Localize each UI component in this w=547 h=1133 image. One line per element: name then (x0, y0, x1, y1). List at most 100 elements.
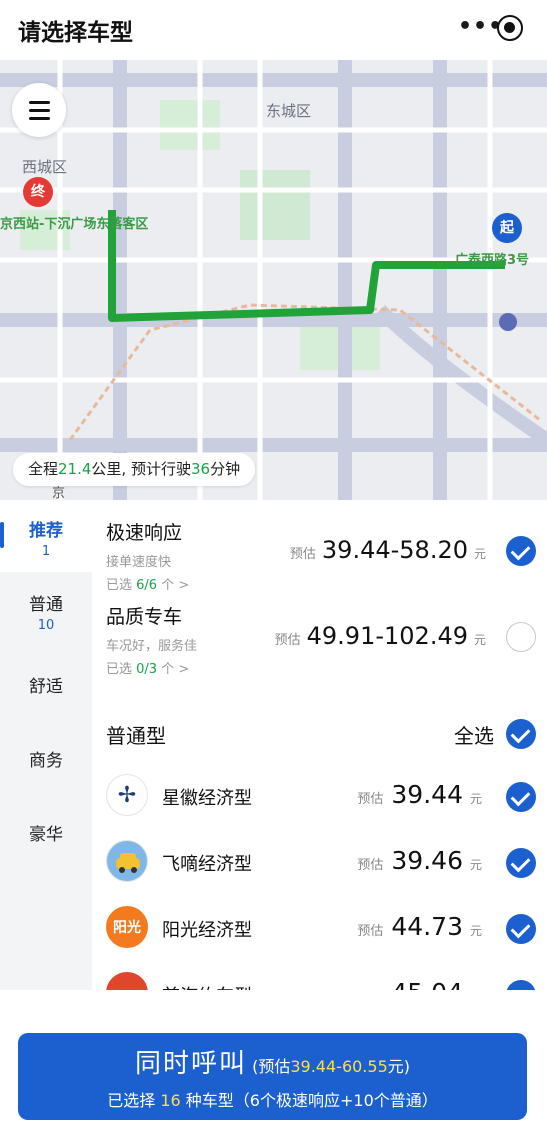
checkbox-checked-icon[interactable] (506, 782, 536, 812)
call-button[interactable]: 同时呼叫 (预估39.44-60.55元) 已选择 16 种车型（6个极速响应+… (18, 1033, 527, 1120)
selected-prefix: 已选 (106, 662, 133, 677)
category-label: 推荐 (29, 521, 63, 541)
end-marker-icon[interactable]: 终 (23, 177, 53, 207)
service-premium[interactable]: 品质专车 车况好，服务佳 已选 0/3 个 > 预估 49.91-102.49 … (106, 602, 536, 682)
district-label-east: 东城区 (266, 102, 312, 120)
select-all-checkbox-icon[interactable] (506, 719, 536, 749)
subway-icon (499, 313, 517, 331)
selected-suffix: 个 > (161, 578, 190, 593)
price-prefix: 预估 (357, 924, 384, 939)
selected-type-count: 16 (160, 1091, 181, 1110)
map-canvas (0, 60, 547, 500)
car-price: 预估 44.73 元 (357, 912, 482, 941)
category-sidebar: 推荐 1 普通 10 舒适 商务 豪华 (0, 500, 92, 990)
category-recommend[interactable]: 推荐 1 (0, 516, 92, 559)
trip-distance: 21.4 (58, 460, 92, 478)
price-value: 49.91-102.49 (306, 622, 468, 650)
page-title: 请选择车型 (18, 20, 133, 46)
price-value: 39.44-58.20 (321, 536, 468, 564)
checkbox-checked-icon[interactable] (506, 914, 536, 944)
menu-button[interactable] (12, 83, 66, 137)
estimate-range: 39.44-60.55 (290, 1057, 388, 1076)
checkbox-checked-icon[interactable] (506, 980, 536, 990)
park-area (240, 170, 310, 240)
price-value: 39.46 (391, 846, 463, 875)
car-row[interactable]: 首汽约车型 预估 45.04 元 (106, 972, 536, 990)
car-name: 飞嘀经济型 (162, 854, 252, 875)
yangguang-logo-icon: 阳光 (106, 906, 148, 948)
car-row[interactable]: 阳光 阳光经济型 预估 44.73 元 (106, 906, 536, 952)
call-button-line2: 已选择 16 种车型（6个极速响应+10个普通） (18, 1087, 527, 1111)
price-prefix: 预估 (357, 858, 384, 873)
selected-count: 0/3 (136, 662, 158, 677)
map-edge-label: 京 (52, 486, 66, 500)
car-name: 阳光经济型 (162, 920, 252, 941)
trip-prefix: 全程 (28, 460, 59, 478)
start-marker-icon[interactable]: 起 (492, 213, 522, 243)
trip-minutes: 36 (190, 460, 211, 478)
car-name: 星徽经济型 (162, 788, 252, 809)
section-title: 普通型 (106, 724, 166, 748)
checkbox-unchecked-icon[interactable] (506, 622, 536, 652)
selected-suffix: 种车型（6个极速响应+10个普通） (185, 1091, 438, 1110)
category-count: 1 (41, 544, 51, 559)
category-label: 舒适 (29, 677, 63, 697)
menu-line-icon (29, 109, 50, 112)
service-selected[interactable]: 已选 0/3 个 > (106, 658, 536, 677)
selected-count: 6/6 (136, 578, 158, 593)
car-row[interactable]: ✢ 星徽经济型 预估 39.44 元 (106, 774, 536, 820)
category-label: 商务 (29, 751, 63, 771)
route-map[interactable]: 东城区 西城区 终 京西站-下沉广场东落客区 起 广泰西路3号 全程21.4公里… (0, 60, 547, 500)
price-value: 45.04 (391, 978, 463, 990)
category-luxury[interactable]: 豪华 (0, 820, 92, 845)
category-business[interactable]: 商务 (0, 746, 92, 771)
estimate-prefix: (预估 (252, 1057, 291, 1076)
car-type-list: 极速响应 接单速度快 已选 6/6 个 > 预估 39.44-58.20 元 品… (92, 500, 547, 990)
car-price: 预估 45.04 元 (357, 978, 482, 990)
taxi-icon (116, 853, 140, 873)
price-value: 44.73 (391, 912, 463, 941)
category-comfort[interactable]: 舒适 (0, 672, 92, 697)
menu-line-icon (29, 101, 50, 104)
price-unit: 元 (469, 858, 482, 872)
checkbox-checked-icon[interactable] (506, 536, 536, 566)
park-area (160, 100, 220, 150)
price-unit: 元 (473, 633, 486, 647)
end-place-label: 京西站-下沉广场东落客区 (0, 217, 149, 232)
partial-logo-icon (106, 972, 148, 990)
select-all-label[interactable]: 全选 (454, 720, 494, 749)
price-prefix: 预估 (357, 792, 384, 807)
top-bar: 请选择车型 ••• (0, 0, 547, 60)
price-unit: 元 (469, 792, 482, 806)
estimate-suffix: 元) (387, 1057, 410, 1076)
menu-line-icon (29, 117, 50, 120)
price-prefix: 预估 (274, 633, 301, 648)
major-roads (0, 60, 547, 500)
trip-suffix: 分钟 (210, 460, 241, 478)
call-button-line1: 同时呼叫 (预估39.44-60.55元) (18, 1043, 527, 1080)
trip-summary: 全程21.4公里, 预计行驶36分钟 (13, 453, 256, 486)
target-icon[interactable] (497, 15, 523, 41)
selected-suffix: 个 > (161, 662, 190, 677)
car-row[interactable]: 飞嘀经济型 预估 39.46 元 (106, 840, 536, 886)
price-unit: 元 (473, 547, 486, 561)
car-price: 预估 39.46 元 (357, 846, 482, 875)
call-estimate: (预估39.44-60.55元) (252, 1057, 410, 1076)
minor-roads (0, 60, 547, 500)
category-normal[interactable]: 普通 10 (0, 590, 92, 633)
category-label: 豪华 (29, 825, 63, 845)
service-selected[interactable]: 已选 6/6 个 > (106, 574, 536, 593)
service-price: 预估 39.44-58.20 元 (290, 536, 486, 564)
trip-mid: 公里, 预计行驶 (91, 460, 191, 478)
car-name: 首汽约车型 (162, 982, 252, 990)
call-label: 同时呼叫 (135, 1049, 248, 1079)
district-label-west: 西城区 (22, 158, 68, 176)
selected-prefix: 已选 (106, 578, 133, 593)
service-express[interactable]: 极速响应 接单速度快 已选 6/6 个 > 预估 39.44-58.20 元 (106, 518, 536, 598)
checkbox-checked-icon[interactable] (506, 848, 536, 878)
category-count: 10 (37, 618, 55, 633)
price-prefix: 预估 (289, 547, 316, 562)
car-price: 预估 39.44 元 (357, 780, 482, 809)
selected-prefix: 已选择 (107, 1091, 156, 1110)
start-place-label: 广泰西路3号 (455, 253, 530, 268)
